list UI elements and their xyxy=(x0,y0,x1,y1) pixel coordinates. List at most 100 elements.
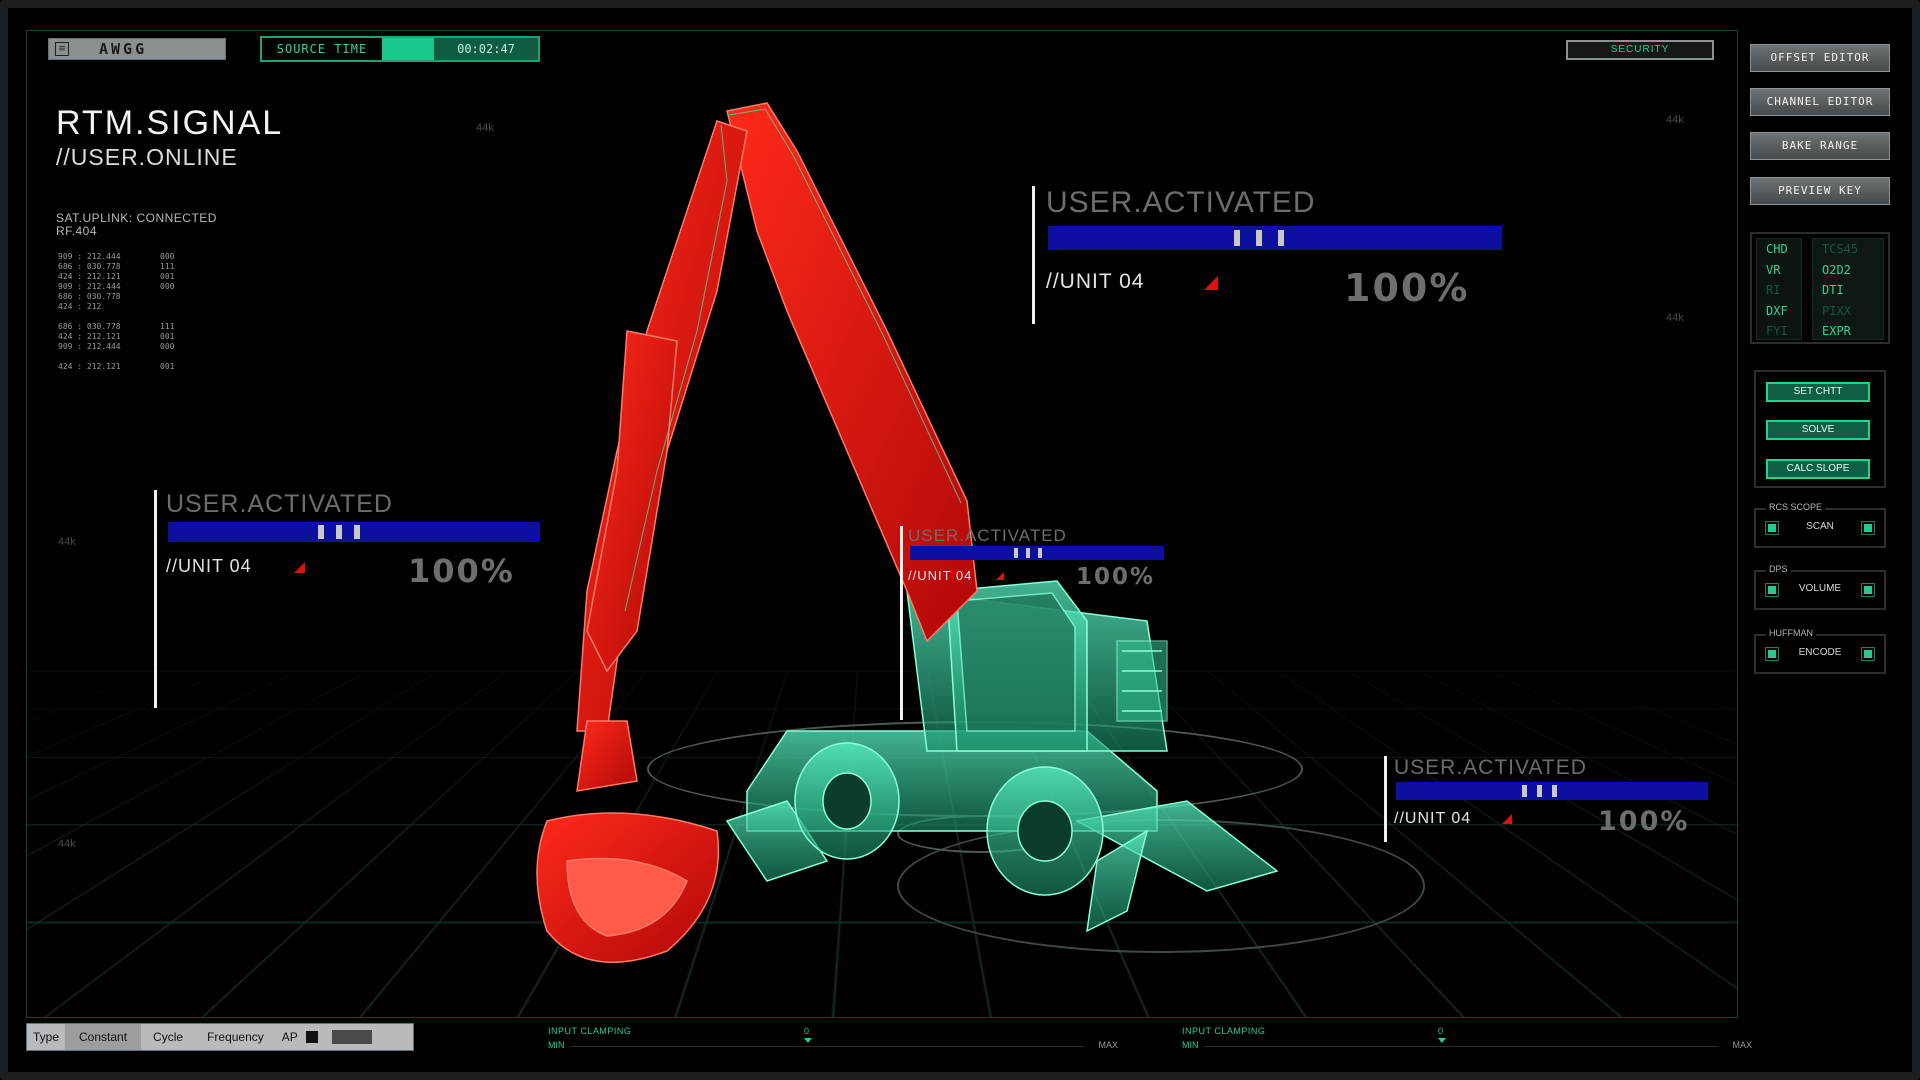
cycle-option[interactable]: Cycle xyxy=(141,1030,195,1044)
activation-bar xyxy=(1396,782,1708,800)
panel-percent: 100% xyxy=(1598,806,1690,837)
option-checkbox[interactable] xyxy=(1765,583,1779,597)
scale-label: 44k xyxy=(476,122,494,134)
bake-range-button[interactable]: BAKE RANGE xyxy=(1750,132,1890,160)
panel-unit: //UNIT 04 xyxy=(166,556,252,576)
panel-unit: //UNIT 04 xyxy=(1046,270,1145,293)
scale-label: 44k xyxy=(58,838,76,850)
source-time-value: 00:02:47 xyxy=(434,38,538,60)
channel-item[interactable]: DXF xyxy=(1757,301,1801,322)
option-label: VOLUME xyxy=(1798,583,1842,594)
triangle-marker-icon xyxy=(1204,276,1218,290)
channel-item[interactable]: DTI xyxy=(1813,280,1883,301)
scale-label: 44k xyxy=(58,536,76,548)
huffman-group: HUFFMAN ENCODE xyxy=(1754,628,1886,674)
group-label: HUFFMAN xyxy=(1766,628,1816,638)
table-row: 686 : 030.778 xyxy=(58,292,121,301)
channel-item[interactable]: PIXX xyxy=(1813,301,1883,322)
solve-button[interactable]: SOLVE xyxy=(1766,420,1870,440)
panel-unit: //UNIT 04 xyxy=(908,568,973,583)
signal-data-table: 909 : 212.444 000 686 : 030.778 111 424 : … xyxy=(58,252,174,372)
clamp-min: MIN xyxy=(1182,1040,1199,1050)
activation-bar xyxy=(910,546,1164,560)
table-row: 424 : 212.121 001 xyxy=(58,332,175,341)
panel-unit: //UNIT 04 xyxy=(1394,810,1472,827)
channel-item[interactable]: EXPR xyxy=(1813,321,1883,342)
activation-bar xyxy=(168,522,540,542)
clamp-zero: 0 xyxy=(804,1026,810,1036)
clamp-track[interactable] xyxy=(570,1046,1084,1047)
uplink-status: SAT.UPLINK: CONNECTED RF.404 xyxy=(56,211,217,238)
excavator-chassis xyxy=(725,730,1279,933)
channel-item[interactable]: TCS45 xyxy=(1813,239,1883,260)
scale-label: 44k xyxy=(1666,312,1684,324)
panel-title: USER.ACTIVATED xyxy=(908,526,1067,545)
option-checkbox[interactable] xyxy=(1765,521,1779,535)
source-time-indicator xyxy=(382,38,434,60)
chevron-down-icon[interactable] xyxy=(804,1038,812,1043)
ap-value-field[interactable] xyxy=(331,1030,372,1044)
table-row: 909 : 212.444 000 xyxy=(58,342,175,351)
channel-item[interactable]: VR xyxy=(1757,260,1801,281)
preview-key-button[interactable]: PREVIEW KEY xyxy=(1750,177,1890,205)
clamp-label: INPUT CLAMPING xyxy=(548,1026,632,1036)
option-checkbox[interactable] xyxy=(1861,521,1875,535)
input-clamping-slider[interactable]: INPUT CLAMPING 0 MIN MAX xyxy=(1182,1026,1752,1052)
action-group: SET CHTT SOLVE CALC SLOPE xyxy=(1754,370,1886,488)
ap-option[interactable]: AP xyxy=(276,1030,304,1044)
triangle-marker-icon xyxy=(1502,814,1512,824)
source-time-widget[interactable]: SOURCE TIME 00:02:47 xyxy=(260,36,540,62)
table-row: 424 : 212.121 001 xyxy=(58,362,175,371)
page-title: RTM.SIGNAL xyxy=(56,104,284,142)
chevron-down-icon[interactable] xyxy=(1438,1038,1446,1043)
table-row: 909 : 212.444 000 xyxy=(58,282,175,291)
channel-item[interactable]: RI xyxy=(1757,280,1801,301)
page-subtitle: //USER.ONLINE xyxy=(56,144,238,170)
type-selector[interactable]: Type Constant Cycle Frequency AP xyxy=(26,1023,414,1051)
frequency-option[interactable]: Frequency xyxy=(195,1030,276,1044)
option-label: SCAN xyxy=(1806,521,1834,532)
channel-item[interactable]: CHD xyxy=(1757,239,1801,260)
group-label: DPS xyxy=(1766,564,1791,574)
channel-item[interactable]: O2D2 xyxy=(1813,260,1883,281)
panel-title: USER.ACTIVATED xyxy=(1046,186,1316,219)
input-clamping-slider[interactable]: INPUT CLAMPING 0 MIN MAX xyxy=(548,1026,1118,1052)
triangle-marker-icon xyxy=(294,562,305,573)
channel-item[interactable]: FYI xyxy=(1757,321,1801,342)
table-row: 424 : 212.121 001 xyxy=(58,272,175,281)
panel-title: USER.ACTIVATED xyxy=(1394,756,1587,779)
menu-icon[interactable]: ≡ xyxy=(55,42,69,56)
option-checkbox[interactable] xyxy=(1765,647,1779,661)
table-row: 686 : 030.778 111 xyxy=(58,322,175,331)
constant-option[interactable]: Constant xyxy=(65,1024,142,1050)
option-checkbox[interactable] xyxy=(1861,647,1875,661)
offset-editor-button[interactable]: OFFSET EDITOR xyxy=(1750,44,1890,72)
panel-percent: 100% xyxy=(408,552,515,590)
app-badge[interactable]: ≡ AWGG xyxy=(48,38,226,60)
table-row: 424 : 212 xyxy=(58,302,102,311)
clamp-track[interactable] xyxy=(1204,1046,1718,1047)
set-chtt-button[interactable]: SET CHTT xyxy=(1766,382,1870,402)
activation-panel[interactable]: USER.ACTIVATED //UNIT 04 100% xyxy=(900,526,1170,722)
activation-bar xyxy=(1048,226,1502,250)
panel-percent: 100% xyxy=(1344,266,1470,310)
clamp-zero: 0 xyxy=(1438,1026,1444,1036)
ap-toggle[interactable] xyxy=(305,1031,318,1043)
activation-panel[interactable]: USER.ACTIVATED //UNIT 04 100% xyxy=(1032,186,1512,326)
option-checkbox[interactable] xyxy=(1861,583,1875,597)
clamp-max: MAX xyxy=(1732,1040,1752,1050)
triangle-marker-icon xyxy=(996,572,1004,580)
calc-slope-button[interactable]: CALC SLOPE xyxy=(1766,459,1870,479)
security-button[interactable]: SECURITY xyxy=(1566,40,1714,60)
rcs-scope-group: RCS SCOPE SCAN xyxy=(1754,502,1886,548)
channel-editor-button[interactable]: CHANNEL EDITOR xyxy=(1750,88,1890,116)
activation-panel[interactable]: USER.ACTIVATED //UNIT 04 100% xyxy=(1384,756,1714,844)
panel-title: USER.ACTIVATED xyxy=(166,490,393,518)
table-row: 909 : 212.444 000 xyxy=(58,252,175,261)
option-label: ENCODE xyxy=(1798,647,1842,658)
activation-panel[interactable]: USER.ACTIVATED //UNIT 04 100% xyxy=(154,490,544,710)
panel-percent: 100% xyxy=(1076,564,1156,590)
scale-label: 44k xyxy=(1666,114,1684,126)
table-row: 686 : 030.778 111 xyxy=(58,262,175,271)
group-label: RCS SCOPE xyxy=(1766,502,1826,512)
